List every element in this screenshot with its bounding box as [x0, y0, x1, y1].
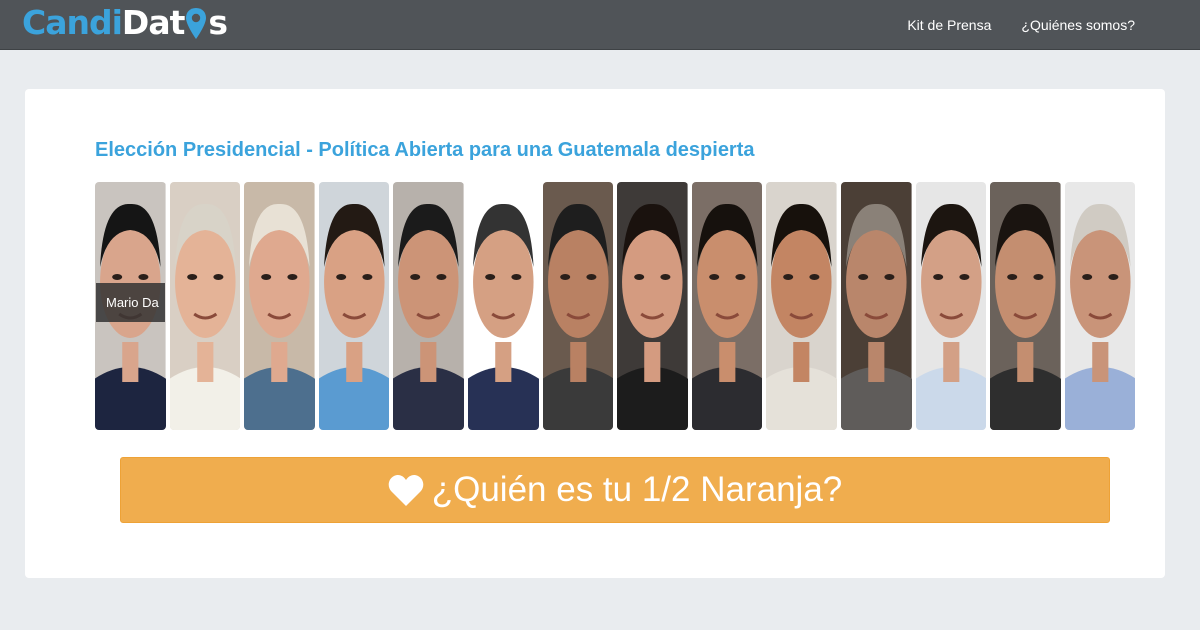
top-navbar: Candi Dat s Kit de Prensa ¿Quiénes somos… [0, 0, 1200, 50]
heart-icon [388, 473, 424, 507]
candidate-portrait-image [542, 182, 614, 430]
candidate-photo[interactable]: Mario Da [95, 182, 166, 430]
candidate-portrait-image [766, 182, 837, 430]
candidate-photo[interactable] [1064, 182, 1136, 430]
candidate-photo[interactable] [840, 182, 912, 430]
candidate-photo[interactable] [467, 182, 539, 430]
candidate-photo[interactable] [617, 182, 688, 430]
candidate-photo[interactable] [244, 182, 315, 430]
main-card: Elección Presidencial - Política Abierta… [25, 89, 1165, 578]
candidate-photo[interactable] [393, 182, 464, 430]
candidate-portrait-image [393, 182, 464, 430]
nav-link-about-us[interactable]: ¿Quiénes somos? [1021, 17, 1135, 33]
candidate-photo[interactable] [542, 182, 614, 430]
candidate-portrait-image [318, 182, 390, 430]
find-match-label: ¿Quién es tu 1/2 Naranja? [431, 470, 843, 509]
candidate-photo[interactable] [766, 182, 837, 430]
candidate-photo[interactable] [318, 182, 390, 430]
brand-logo[interactable]: Candi Dat s [22, 2, 228, 44]
find-match-button[interactable]: ¿Quién es tu 1/2 Naranja? [120, 457, 1110, 523]
nav-links: Kit de Prensa ¿Quiénes somos? [907, 0, 1135, 50]
candidate-portrait-image [840, 182, 912, 430]
candidate-photo[interactable] [915, 182, 987, 430]
brand-logo-part3: s [208, 3, 228, 42]
candidate-portrait-image [1064, 182, 1136, 430]
candidate-photo[interactable] [990, 182, 1061, 430]
candidate-name-tooltip: Mario Da [96, 283, 165, 322]
map-pin-icon [185, 5, 207, 41]
candidate-photo-strip: Mario Da [95, 182, 1136, 430]
candidate-portrait-image [617, 182, 688, 430]
candidate-portrait-image [244, 182, 315, 430]
nav-link-press-kit[interactable]: Kit de Prensa [907, 17, 991, 33]
candidate-portrait-image [691, 182, 763, 430]
candidate-photo[interactable] [169, 182, 241, 430]
page-title: Elección Presidencial - Política Abierta… [95, 139, 755, 161]
brand-logo-part1: Candi [22, 3, 123, 42]
candidate-photo[interactable] [691, 182, 763, 430]
brand-logo-part2: Dat [121, 3, 185, 42]
candidate-portrait-image [467, 182, 539, 430]
candidate-portrait-image [915, 182, 987, 430]
candidate-portrait-image [990, 182, 1061, 430]
candidate-portrait-image [169, 182, 241, 430]
